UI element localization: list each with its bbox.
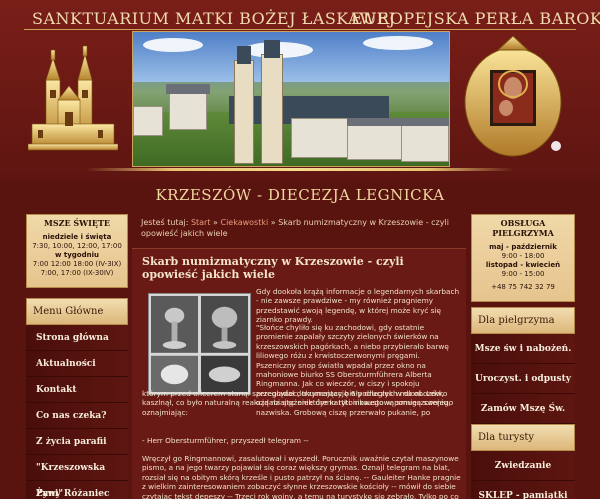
basilica-logo-icon[interactable] [28,40,118,160]
header-gold-line [85,168,515,171]
header-divider [24,29,576,30]
pilgrim-menu-heading: Dla pielgrzyma [471,307,575,334]
mass-line: 7:00, 17:00 (IX-30IV) [40,269,114,277]
article-content: Skarb numizmatyczny w Krzeszowie - czyli… [132,248,466,499]
right-sidebar: OBSŁUGA PIELGRZYMA maj - październik 9:0… [471,214,575,499]
breadcrumb-prefix: Jesteś tutaj: [141,218,189,227]
article-paragraph: Gdy dookoła krążą informacje o legendarn… [256,287,460,325]
madonna-icon[interactable] [458,36,568,164]
left-sidebar: MSZE ŚWIĘTE niedziele i święta 7:30, 10:… [26,214,128,499]
pilgrim-service-title: OBSŁUGA PIELGRZYMA [492,218,554,238]
pilgrim-line: 9:00 - 15:00 [501,270,545,278]
menu-item-rosary[interactable]: Żywy Różaniec [26,481,128,499]
mass-times-title: MSZE ŚWIĘTE [43,218,110,228]
article-paragraph: - Herr Obersturmführer, przyszedł telegr… [142,436,309,445]
menu-item-parish-life[interactable]: Z życia parafii [26,429,128,455]
breadcrumb: Jesteś tutaj: Start » Ciekawostki » Skar… [141,217,463,239]
menu-item-order-mass[interactable]: Zamów Mszę Św. [471,394,575,424]
menu-item-home[interactable]: Strona główna [26,325,128,351]
menu-item-contact[interactable]: Kontakt [26,377,128,403]
pilgrim-line: maj - październik [489,243,557,251]
sanctuary-aerial-photo [132,31,450,167]
mass-line: niedziele i święta [42,233,112,241]
site-title-right: EUROPEJSKA PERŁA BAROKU [351,9,600,28]
article-title[interactable]: Skarb numizmatyczny w Krzeszowie - czyli… [142,255,458,281]
mass-line: 7:30, 10:00, 12:00, 17:00 [32,242,122,250]
site-title-left: SANKTUARIUM MATKI BOŻEJ ŁASKAWEJ [32,9,396,28]
mass-times-box: MSZE ŚWIĘTE niedziele i święta 7:30, 10:… [26,214,128,288]
pilgrim-line: 9:00 - 18:00 [501,252,545,260]
menu-item-celebrations[interactable]: Uroczyst. i odpusty [471,364,575,394]
breadcrumb-current: Skarb numizmatyczny w Krzeszowie - czyli… [141,218,449,238]
coins-treasure-image [148,293,251,395]
menu-item-masses[interactable]: Msze św i nabożeń. [471,334,575,364]
tourist-menu-heading: Dla turysty [471,424,575,451]
breadcrumb-separator: » [213,218,218,227]
article-paragraph: którym przed oficerem stanął szeregowiec… [142,389,451,417]
breadcrumb-link-start[interactable]: Start [191,218,211,227]
pilgrim-phone: +48 75 742 32 79 [491,283,555,291]
menu-item-news[interactable]: Aktualności [26,351,128,377]
menu-item-upcoming[interactable]: Co nas czeka? [26,403,128,429]
main-menu-heading: Menu Główne [26,298,128,325]
menu-item-sightseeing[interactable]: Zwiedzanie [471,451,575,481]
site-header: SANKTUARIUM MATKI BOŻEJ ŁASKAWEJ EUROPEJ… [0,0,600,180]
pilgrim-service-box: OBSŁUGA PIELGRZYMA maj - październik 9:0… [471,214,575,302]
mass-line: w tygodniu [54,251,99,259]
menu-item-krzeszowska-pani[interactable]: "Krzeszowska Pani" [26,455,128,499]
article-paragraph: Wręczył go Ringmannowi, zasalutował i wy… [142,454,461,499]
menu-item-shop[interactable]: SKLEP - pamiątki [471,481,575,499]
page-subtitle: KRZESZÓW - DIECEZJA LEGNICKA [155,186,445,204]
breadcrumb-separator: » [270,218,276,227]
pilgrim-line: listopad - kwiecień [485,261,561,269]
mass-line: 7:00 12:00 18:00 (IV-3IX) [32,260,122,268]
breadcrumb-link-curiosities[interactable]: Ciekawostki [220,218,268,227]
